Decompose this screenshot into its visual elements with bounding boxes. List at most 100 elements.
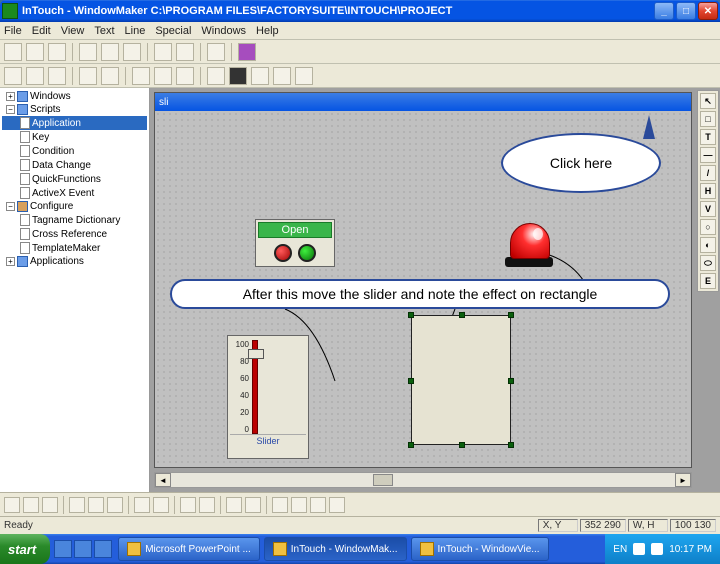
tree-condition[interactable]: Condition <box>2 144 147 158</box>
resize-handle-n[interactable] <box>459 312 465 318</box>
align-hleft-icon[interactable] <box>69 497 85 513</box>
fontsize-up-icon[interactable] <box>79 67 97 85</box>
resize-handle-e[interactable] <box>508 378 514 384</box>
tree-application[interactable]: Application <box>2 116 147 130</box>
rect-tool-icon[interactable]: □ <box>700 111 716 127</box>
resize-handle-nw[interactable] <box>408 312 414 318</box>
alarm-light[interactable] <box>505 223 555 273</box>
tray-icon-1[interactable] <box>633 543 645 555</box>
back-icon[interactable] <box>245 497 261 513</box>
scroll-right-icon[interactable]: ► <box>675 473 691 487</box>
horizontal-scrollbar[interactable]: ◄ ► <box>154 472 692 488</box>
led-red-icon[interactable] <box>274 244 292 262</box>
save-icon[interactable] <box>48 43 66 61</box>
front-icon[interactable] <box>226 497 242 513</box>
undo-icon[interactable] <box>154 43 172 61</box>
align-hright-icon[interactable] <box>107 497 123 513</box>
document-body[interactable]: Click here Open After this move the slid… <box>155 111 691 467</box>
tree-crossref[interactable]: Cross Reference <box>2 227 147 241</box>
task-windowviewer[interactable]: InTouch - WindowVie... <box>411 537 549 561</box>
distribute-h-icon[interactable] <box>134 497 150 513</box>
align-left-icon[interactable] <box>132 67 150 85</box>
resize-handle-w[interactable] <box>408 378 414 384</box>
menu-text[interactable]: Text <box>94 25 114 37</box>
align-center-icon[interactable] <box>154 67 172 85</box>
align-top-icon[interactable] <box>4 497 20 513</box>
fontsize-down-icon[interactable] <box>101 67 119 85</box>
paste-icon[interactable] <box>123 43 141 61</box>
menu-view[interactable]: View <box>61 25 85 37</box>
e-tool-icon[interactable]: E <box>700 273 716 289</box>
bold-icon[interactable] <box>4 67 22 85</box>
distribute-v-icon[interactable] <box>153 497 169 513</box>
led-green-icon[interactable] <box>298 244 316 262</box>
tree-tagname[interactable]: Tagname Dictionary <box>2 213 147 227</box>
lang-indicator[interactable]: EN <box>613 544 627 555</box>
copy-icon[interactable] <box>79 43 97 61</box>
fliph-icon[interactable] <box>291 497 307 513</box>
close-button[interactable]: ✕ <box>698 2 718 20</box>
resize-handle-sw[interactable] <box>408 442 414 448</box>
linecolor-icon[interactable] <box>207 67 225 85</box>
resize-handle-ne[interactable] <box>508 312 514 318</box>
slider-thumb[interactable] <box>248 349 264 359</box>
clock[interactable]: 10:17 PM <box>669 544 712 555</box>
menu-edit[interactable]: Edit <box>32 25 51 37</box>
snap-icon[interactable] <box>329 497 345 513</box>
align-middle-icon[interactable] <box>23 497 39 513</box>
group-icon[interactable] <box>180 497 196 513</box>
menu-file[interactable]: File <box>4 25 22 37</box>
rotate-icon[interactable] <box>272 497 288 513</box>
align-bottom-icon[interactable] <box>42 497 58 513</box>
tree-key[interactable]: Key <box>2 130 147 144</box>
tree-applications[interactable]: +Applications <box>2 255 147 268</box>
bgcolor-icon[interactable] <box>273 67 291 85</box>
menu-windows[interactable]: Windows <box>201 25 246 37</box>
tree-activex[interactable]: ActiveX Event <box>2 186 147 200</box>
maximize-button[interactable]: □ <box>676 2 696 20</box>
print-icon[interactable] <box>207 43 225 61</box>
ql-ie-icon[interactable] <box>54 540 72 558</box>
resize-handle-s[interactable] <box>459 442 465 448</box>
menu-help[interactable]: Help <box>256 25 279 37</box>
resize-handle-se[interactable] <box>508 442 514 448</box>
circle-tool-icon[interactable]: ○ <box>700 219 716 235</box>
fillcolor-icon[interactable] <box>229 67 247 85</box>
tree-configure[interactable]: −Configure <box>2 200 147 213</box>
ql-app-icon[interactable] <box>94 540 112 558</box>
slider-widget[interactable]: 100 80 60 40 20 0 Slider <box>227 335 309 459</box>
textcolor-icon[interactable] <box>251 67 269 85</box>
select-tool-icon[interactable]: ↖ <box>700 93 716 109</box>
arc-tool-icon[interactable]: ◐ <box>700 237 716 253</box>
minimize-button[interactable]: _ <box>654 2 674 20</box>
align-hcenter-icon[interactable] <box>88 497 104 513</box>
redo-icon[interactable] <box>176 43 194 61</box>
tree-datachange[interactable]: Data Change <box>2 158 147 172</box>
new-icon[interactable] <box>4 43 22 61</box>
tree-windows[interactable]: +Windows <box>2 90 147 103</box>
task-windowmaker[interactable]: InTouch - WindowMak... <box>264 537 407 561</box>
underline-icon[interactable] <box>48 67 66 85</box>
align-right-icon[interactable] <box>176 67 194 85</box>
hsegment-tool-icon[interactable]: H <box>700 183 716 199</box>
line-tool-icon[interactable]: / <box>700 165 716 181</box>
open-panel[interactable]: Open <box>255 219 335 267</box>
tray-icon-2[interactable] <box>651 543 663 555</box>
ql-desktop-icon[interactable] <box>74 540 92 558</box>
open-icon[interactable] <box>26 43 44 61</box>
flipv-icon[interactable] <box>310 497 326 513</box>
wizard-icon[interactable] <box>238 43 256 61</box>
italic-icon[interactable] <box>26 67 44 85</box>
ungroup-icon[interactable] <box>199 497 215 513</box>
vsegment-tool-icon[interactable]: V <box>700 201 716 217</box>
open-button[interactable]: Open <box>258 222 332 238</box>
start-button[interactable]: start <box>0 534 50 564</box>
canvas-rectangle[interactable] <box>411 315 511 445</box>
scroll-thumb[interactable] <box>373 474 393 486</box>
cut-icon[interactable] <box>101 43 119 61</box>
menu-special[interactable]: Special <box>155 25 191 37</box>
document-titlebar[interactable]: sli <box>155 93 691 111</box>
tree-quickfunctions[interactable]: QuickFunctions <box>2 172 147 186</box>
slider-rail[interactable] <box>252 340 258 434</box>
menu-line[interactable]: Line <box>125 25 146 37</box>
